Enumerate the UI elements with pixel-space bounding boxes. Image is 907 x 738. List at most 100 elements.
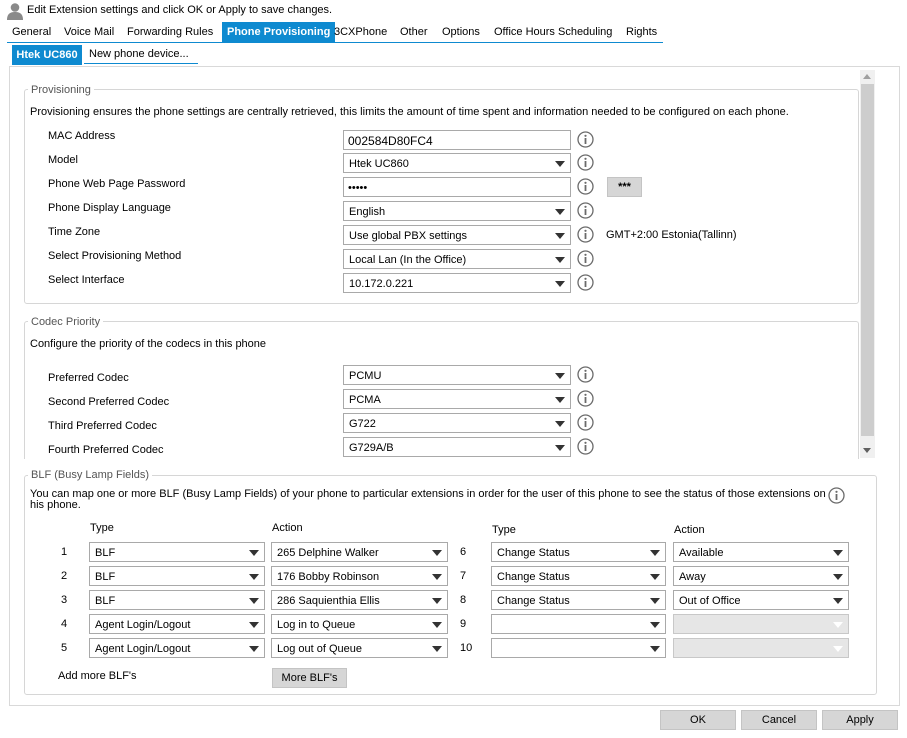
blf-action-dropdown[interactable]: Out of Office — [673, 590, 849, 610]
blf-type-dropdown[interactable] — [491, 638, 666, 658]
apply-button[interactable]: Apply — [822, 710, 898, 730]
chevron-down-icon — [432, 622, 442, 628]
blf-row-number: 7 — [460, 570, 467, 582]
info-icon[interactable] — [577, 414, 594, 431]
interface-dropdown[interactable]: 10.172.0.221 — [343, 273, 571, 293]
provisioning-description: Provisioning ensures the phone settings … — [30, 106, 789, 118]
blf-type-dropdown[interactable]: Change Status — [491, 566, 666, 586]
timezone-note: GMT+2:00 Estonia(Tallinn) — [606, 229, 737, 241]
cancel-button[interactable]: Cancel — [741, 710, 817, 730]
blf-type-dropdown[interactable]: Change Status — [491, 590, 666, 610]
blf-type-dropdown[interactable]: Agent Login/Logout — [89, 614, 265, 634]
info-icon[interactable] — [577, 390, 594, 407]
provisioning-method-dropdown[interactable]: Local Lan (In the Office) — [343, 249, 571, 269]
scrollbar-thumb[interactable] — [861, 84, 874, 436]
tab-office-hours-scheduling[interactable]: Office Hours Scheduling — [489, 22, 617, 42]
chevron-down-icon — [249, 646, 259, 652]
blf-type-dropdown-value: Change Status — [497, 595, 570, 607]
blf-row-number: 2 — [61, 570, 68, 582]
chevron-down-icon — [249, 550, 259, 556]
blf-row-number: 4 — [61, 618, 68, 630]
codec-dropdown-3[interactable]: G722 — [343, 413, 571, 433]
tab-voice-mail[interactable]: Voice Mail — [59, 22, 119, 42]
codec-dropdown-4[interactable]: G729A/B — [343, 437, 571, 457]
tab-forwarding-rules[interactable]: Forwarding Rules — [122, 22, 218, 42]
chevron-down-icon — [249, 622, 259, 628]
mac-address-field[interactable]: 002584D80FC4 — [343, 130, 571, 150]
blf-action-dropdown[interactable] — [673, 638, 849, 658]
codec-dropdown-2[interactable]: PCMA — [343, 389, 571, 409]
info-icon[interactable] — [577, 274, 594, 291]
blf-action-dropdown-value: 286 Saquienthia Ellis — [277, 595, 380, 607]
ok-button[interactable]: OK — [660, 710, 736, 730]
blf-type-dropdown[interactable]: Change Status — [491, 542, 666, 562]
tab-general[interactable]: General — [7, 22, 56, 42]
blf-action-dropdown[interactable]: 265 Delphine Walker — [271, 542, 448, 562]
blf-action-dropdown[interactable]: 286 Saquienthia Ellis — [271, 590, 448, 610]
blf-action-dropdown-value: Away — [679, 571, 706, 583]
chevron-down-icon — [432, 574, 442, 580]
info-icon[interactable] — [577, 366, 594, 383]
chevron-down-icon — [249, 574, 259, 580]
blf-action-header-right: Action — [674, 524, 705, 536]
info-icon[interactable] — [577, 154, 594, 171]
blf-action-dropdown[interactable]: 176 Bobby Robinson — [271, 566, 448, 586]
info-icon[interactable] — [577, 226, 594, 243]
info-icon[interactable] — [577, 178, 594, 195]
scroll-down-arrow[interactable] — [863, 448, 871, 453]
blf-action-dropdown[interactable]: Away — [673, 566, 849, 586]
tab-options[interactable]: Options — [437, 22, 485, 42]
info-icon[interactable] — [577, 202, 594, 219]
password-field[interactable]: ••••• — [343, 177, 571, 197]
blf-type-header-right: Type — [492, 524, 516, 536]
chevron-down-icon — [833, 622, 843, 628]
info-icon[interactable] — [828, 487, 845, 504]
tab-rights[interactable]: Rights — [621, 22, 662, 42]
more-blf-button[interactable]: More BLF's — [272, 668, 347, 688]
blf-action-dropdown[interactable]: Log in to Queue — [271, 614, 448, 634]
subtab-htek-uc860[interactable]: Htek UC860 — [12, 45, 82, 65]
blf-action-dropdown-value: 176 Bobby Robinson — [277, 571, 380, 583]
timezone-dropdown[interactable]: Use global PBX settings — [343, 225, 571, 245]
subtab-new-phone-device[interactable]: New phone device... — [84, 45, 198, 64]
blf-type-dropdown-value: Change Status — [497, 547, 570, 559]
blf-type-dropdown[interactable]: Agent Login/Logout — [89, 638, 265, 658]
language-dropdown[interactable]: English — [343, 201, 571, 221]
info-icon[interactable] — [577, 438, 594, 455]
scroll-clip — [20, 459, 860, 467]
info-icon[interactable] — [577, 131, 594, 148]
blf-type-dropdown[interactable]: BLF — [89, 590, 265, 610]
add-more-blf-label: Add more BLF's — [58, 670, 137, 682]
blf-action-dropdown[interactable]: Available — [673, 542, 849, 562]
interface-label: Select Interface — [48, 274, 125, 286]
scroll-up-arrow[interactable] — [863, 74, 871, 79]
codec-label-2: Second Preferred Codec — [48, 396, 170, 408]
tabs-underline — [7, 42, 663, 43]
model-label: Model — [48, 154, 78, 166]
tab-phone-provisioning[interactable]: Phone Provisioning — [222, 22, 336, 42]
show-password-button[interactable]: *** — [607, 177, 642, 197]
blf-action-dropdown[interactable] — [673, 614, 849, 634]
chevron-down-icon — [249, 598, 259, 604]
chevron-down-icon — [650, 550, 660, 556]
blf-type-dropdown[interactable]: BLF — [89, 542, 265, 562]
blf-type-dropdown[interactable] — [491, 614, 666, 634]
provisioning-legend: Provisioning — [28, 84, 94, 96]
password-label: Phone Web Page Password — [48, 178, 186, 190]
tab-3cxphone[interactable]: 3CXPhone — [329, 22, 392, 42]
tab-other[interactable]: Other — [395, 22, 433, 42]
chevron-down-icon — [650, 598, 660, 604]
chevron-down-icon — [833, 598, 843, 604]
model-dropdown[interactable]: Htek UC860 — [343, 153, 571, 173]
codec-dropdown-1[interactable]: PCMU — [343, 365, 571, 385]
blf-action-dropdown[interactable]: Log out of Queue — [271, 638, 448, 658]
blf-type-dropdown[interactable]: BLF — [89, 566, 265, 586]
blf-row-number: 8 — [460, 594, 467, 606]
language-label: Phone Display Language — [48, 202, 171, 214]
chevron-down-icon — [650, 622, 660, 628]
mac-address-label: MAC Address — [48, 130, 116, 142]
info-icon[interactable] — [577, 250, 594, 267]
chevron-down-icon — [432, 646, 442, 652]
blf-legend: BLF (Busy Lamp Fields) — [28, 469, 152, 481]
page-title: Edit Extension settings and click OK or … — [27, 4, 333, 16]
